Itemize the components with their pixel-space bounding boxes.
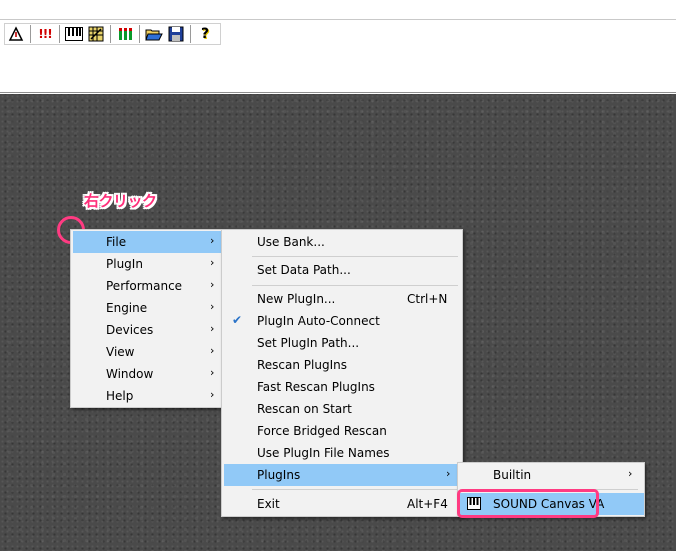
toolbar-group: !!! ? (4, 23, 221, 45)
menu-item-new-plugin[interactable]: New PlugIn... Ctrl+N (224, 288, 462, 310)
chevron-right-icon: › (210, 388, 215, 401)
open-folder-icon[interactable] (143, 24, 165, 44)
menu-item-label: View (106, 345, 135, 359)
toolbar-separator (139, 25, 140, 43)
toolbar-separator (59, 25, 60, 43)
menu-item-label: Use PlugIn File Names (257, 446, 390, 460)
menu-item-rescan-on-start[interactable]: Rescan on Start (224, 398, 462, 420)
toolbar-separator (190, 25, 191, 43)
menu-item-plugin[interactable]: PlugIn › (73, 253, 222, 275)
context-menu: File › PlugIn › Performance › Engine › D… (70, 229, 223, 408)
menu-item-label: Set PlugIn Path... (257, 336, 360, 350)
chevron-right-icon: › (210, 300, 215, 313)
toolbar-separator (110, 25, 111, 43)
rack-header-area (0, 47, 676, 93)
checkmark-icon: ✔ (232, 313, 243, 327)
bank-grid-icon[interactable] (85, 24, 107, 44)
menu-item-force-bridged-rescan[interactable]: Force Bridged Rescan (224, 420, 462, 442)
menu-item-use-bank[interactable]: Use Bank... (224, 231, 462, 253)
menu-item-rescan-plugins[interactable]: Rescan PlugIns (224, 354, 462, 376)
menu-item-label: PlugIn (106, 257, 143, 271)
menu-item-label: Devices (106, 323, 154, 337)
menu-item-set-data-path[interactable]: Set Data Path... (224, 259, 462, 281)
menu-item-shortcut: Alt+F4 (407, 497, 448, 511)
menu-item-file[interactable]: File › (73, 231, 222, 253)
title-area (0, 0, 676, 20)
menu-item-label: Window (106, 367, 154, 381)
toolbar-separator (30, 25, 31, 43)
menu-item-label: Exit (257, 497, 280, 511)
help-icon-glyph: ? (200, 26, 210, 42)
chevron-right-icon: › (628, 467, 633, 480)
chevron-right-icon: › (446, 467, 451, 480)
menu-item-label: PlugIn Auto-Connect (257, 314, 380, 328)
menu-item-label: Rescan PlugIns (257, 358, 347, 372)
menu-item-exit[interactable]: Exit Alt+F4 (224, 493, 462, 515)
annotation-highlight-box (457, 489, 599, 518)
annotation-label: 右クリック (84, 192, 157, 210)
menu-item-label: Fast Rescan PlugIns (257, 380, 375, 394)
menu-item-label: Help (106, 389, 134, 403)
menu-item-view[interactable]: View › (73, 341, 222, 363)
menu-item-label: PlugIns (257, 468, 301, 482)
menu-separator (252, 285, 458, 286)
chevron-right-icon: › (210, 234, 215, 247)
menu-item-label: Use Bank... (257, 235, 325, 249)
keyboard-icon[interactable] (63, 24, 85, 44)
menu-item-devices[interactable]: Devices › (73, 319, 222, 341)
menu-item-engine[interactable]: Engine › (73, 297, 222, 319)
midi-panic-text: !!! (38, 27, 52, 41)
chevron-right-icon: › (210, 322, 215, 335)
menu-item-help[interactable]: Help › (73, 385, 222, 407)
chevron-right-icon: › (210, 256, 215, 269)
menu-item-label: New PlugIn... (257, 292, 336, 306)
menu-item-label: Force Bridged Rescan (257, 424, 387, 438)
chevron-right-icon: › (210, 278, 215, 291)
help-icon[interactable]: ? (194, 24, 216, 44)
chevron-right-icon: › (210, 344, 215, 357)
menu-item-label: File (106, 235, 127, 249)
chevron-right-icon: › (210, 366, 215, 379)
mixer-levels-icon[interactable] (114, 24, 136, 44)
panic-triangle-icon[interactable] (5, 24, 27, 44)
menu-separator (252, 489, 458, 490)
menu-item-window[interactable]: Window › (73, 363, 222, 385)
menu-item-plugins[interactable]: PlugIns › (224, 464, 462, 486)
menu-item-label: Rescan on Start (257, 402, 352, 416)
menu-item-builtin[interactable]: Builtin › (460, 464, 644, 486)
menu-item-label: Engine (106, 301, 148, 315)
menu-item-shortcut: Ctrl+N (407, 292, 448, 306)
menu-item-fast-rescan-plugins[interactable]: Fast Rescan PlugIns (224, 376, 462, 398)
toolbar: !!! ? (0, 21, 676, 47)
file-submenu: Use Bank... Set Data Path... New PlugIn.… (221, 229, 463, 517)
menu-item-plugin-auto-connect[interactable]: ✔ PlugIn Auto-Connect (224, 310, 462, 332)
menu-item-performance[interactable]: Performance › (73, 275, 222, 297)
menu-item-label: Set Data Path... (257, 263, 351, 277)
save-disk-icon[interactable] (165, 24, 187, 44)
menu-separator (252, 256, 458, 257)
menu-item-label: Builtin (493, 468, 532, 482)
menu-item-label: Performance (106, 279, 183, 293)
menu-item-set-plugin-path[interactable]: Set PlugIn Path... (224, 332, 462, 354)
menu-item-use-plugin-file-names[interactable]: Use PlugIn File Names (224, 442, 462, 464)
midi-panic-icon[interactable]: !!! (34, 24, 56, 44)
